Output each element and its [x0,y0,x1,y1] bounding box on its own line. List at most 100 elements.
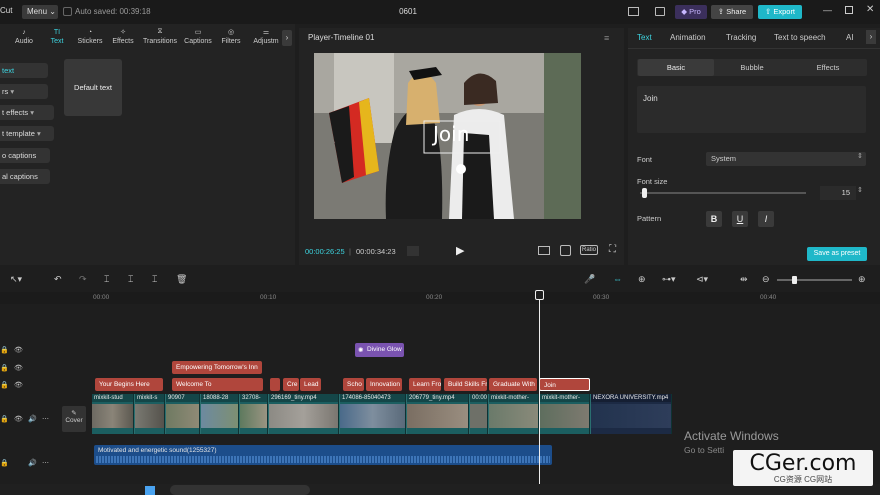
text-clip[interactable]: Welcome To [172,378,263,391]
text-clip[interactable]: Your Begins Here [95,378,163,391]
default-text-card[interactable]: Default text [64,59,122,116]
close-icon[interactable]: ✕ [866,4,874,15]
text-clip[interactable]: Build Skills Fr [444,378,487,391]
text-clip[interactable]: Learn Fro [409,378,441,391]
redo-icon[interactable]: ↷ [79,274,87,285]
left-item-effects[interactable]: rs ▾ [0,84,48,99]
left-item-local-captions[interactable]: al captions [0,169,50,184]
playhead-handle[interactable] [535,290,544,300]
fullscreen-icon[interactable]: ⛶ [609,244,616,255]
link-icon[interactable]: ⇔ [613,274,622,284]
left-item-text-template[interactable]: t template ▾ [0,126,54,141]
left-item-text-effects[interactable]: t effects ▾ [0,105,54,120]
left-item-auto-captions[interactable]: o captions [0,148,50,163]
minimize-icon[interactable]: — [823,5,832,15]
eye-icon[interactable]: 👁 [14,346,34,354]
cover-button[interactable]: ✎ Cover [62,406,86,432]
more-icon[interactable]: ⋯ [42,459,62,467]
crop-icon[interactable] [560,245,571,256]
link-clips-icon[interactable]: ⊶▾ [662,274,676,285]
text-clip-selected[interactable]: Join [539,378,590,391]
tab-animation[interactable]: Animation [670,33,706,42]
tab-tracking[interactable]: Tracking [726,33,756,42]
ratio-button[interactable]: Ratio [580,245,598,255]
playhead[interactable] [539,290,540,495]
text-clip[interactable]: Innovation [366,378,402,391]
font-size-input[interactable]: 15 [820,186,856,200]
text-content-input[interactable]: Join [637,86,866,133]
updown-icon[interactable]: ⇕ [857,152,863,160]
font-select[interactable]: System [706,152,866,166]
preview-axis-icon[interactable]: ⊲▾ [696,274,708,285]
tab-text[interactable]: Text [637,33,652,42]
layout-icon[interactable] [628,7,639,16]
video-clip[interactable]: 18088-28 [201,394,239,434]
more-icon[interactable]: ⋯ [42,415,62,423]
video-clip[interactable]: mixkit-stud [92,394,134,434]
underline-button[interactable]: U [732,211,748,227]
shortcut-icon[interactable] [655,7,665,16]
subtab-basic[interactable]: Basic [638,59,714,76]
subtab-bubble[interactable]: Bubble [714,59,790,76]
eye-icon[interactable]: 👁 [14,381,34,389]
bold-button[interactable]: B [706,211,722,227]
text-clip[interactable] [270,378,280,391]
tool-filters[interactable]: ◎ Filters [211,26,251,50]
zoom-handle[interactable] [792,276,797,284]
export-button[interactable]: ⇧ Export [758,5,802,19]
zoom-slider[interactable] [777,279,852,281]
chevron-right-icon[interactable]: › [866,30,876,44]
video-clip[interactable]: 00:00 [470,394,488,434]
snap-icon[interactable]: ⊕ [638,274,646,285]
fit-icon[interactable] [538,246,550,255]
grid-icon[interactable] [407,246,419,256]
overlay-text[interactable]: Join [433,122,469,146]
split-right-icon[interactable]: ⌶ [152,274,157,285]
text-clip[interactable]: Scho [343,378,364,391]
save-preset-button[interactable]: Save as preset [807,247,867,261]
pro-button[interactable]: ◆ Pro [675,5,707,19]
tool-transitions[interactable]: ⧖ Transitions [140,26,180,50]
microphone-icon[interactable]: 🎤 [584,274,595,285]
tool-effects[interactable]: ✧ Effects [103,26,143,50]
cursor-icon[interactable]: ↖▾ [10,274,22,285]
tab-text-to-speech[interactable]: Text to speech [774,33,826,42]
updown-icon[interactable]: ⇕ [857,186,863,194]
split-icon[interactable]: ⌶ [104,274,109,285]
subtab-effects[interactable]: Effects [790,59,866,76]
slider-handle[interactable] [642,188,647,198]
text-clip[interactable]: Graduate With [489,378,537,391]
zoom-in-icon[interactable]: ⊕ [858,274,866,285]
video-clip[interactable]: mixkit-mother- [540,394,590,434]
text-clip[interactable]: Lead [300,378,321,391]
zoom-out-icon[interactable]: ⊖ [762,274,770,285]
left-item-text[interactable]: text [0,63,48,78]
italic-button[interactable]: I [758,211,774,227]
eye-icon[interactable]: 👁 [14,364,34,372]
text-clip[interactable]: Cre [283,378,299,391]
share-button[interactable]: ⇪ Share [711,5,753,19]
text-clip[interactable]: Empowering Tomorrow's Inn [172,361,262,374]
split-left-icon[interactable]: ⌶ [128,274,133,285]
delete-icon[interactable]: 🗑 [176,274,187,285]
video-clip[interactable]: 32708- [240,394,268,434]
undo-icon[interactable]: ↶ [54,274,62,285]
video-clip[interactable]: NEXORA UNIVERSITY.mp4 [591,394,672,434]
video-clip[interactable]: 174086-85040473 [340,394,406,434]
maximize-icon[interactable] [845,6,853,14]
video-clip[interactable]: mixkit-s [135,394,165,434]
video-clip[interactable]: mixkit-mother- [489,394,539,434]
chevron-right-icon[interactable]: › [282,30,292,46]
fit-timeline-icon[interactable]: ⇹ [740,274,748,285]
menu-lines-icon[interactable]: ≡ [604,33,609,43]
video-clip[interactable]: 206779_tiny.mp4 [407,394,469,434]
tab-ai[interactable]: AI [846,33,854,42]
font-size-slider[interactable] [640,192,806,194]
windows-icon[interactable] [145,486,155,495]
video-clip[interactable]: 90907 [166,394,200,434]
play-icon[interactable]: ▶ [456,244,464,257]
lock-icon[interactable]: 🔒 [0,459,20,467]
tool-adjust[interactable]: ⚌ Adjustm [246,26,286,50]
search-input[interactable] [170,485,310,495]
video-clip[interactable]: 296169_tiny.mp4 [269,394,339,434]
